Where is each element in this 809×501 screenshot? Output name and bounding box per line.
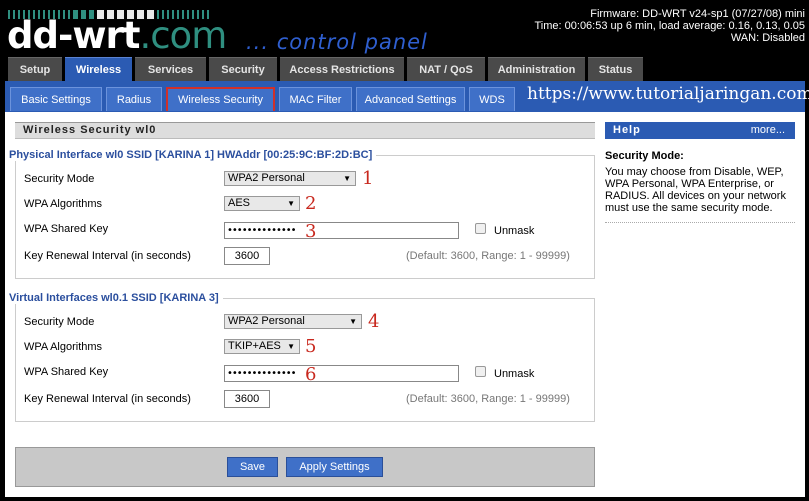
- help-heading: Security Mode:: [605, 150, 684, 162]
- wpa-shared-key-input[interactable]: ••••••••••••••: [224, 222, 459, 239]
- unmask-label: Unmask: [494, 368, 535, 380]
- tab-nat-qos[interactable]: NAT / QoS: [407, 57, 485, 81]
- subtab-wireless-security[interactable]: Wireless Security: [166, 87, 275, 111]
- key-renewal-label: Key Renewal Interval (in seconds): [24, 393, 191, 405]
- wpa-shared-key-label: WPA Shared Key: [24, 223, 109, 235]
- page-title: Wireless Security wl0: [15, 122, 595, 139]
- main-tabs: Setup Wireless Services Security Access …: [8, 57, 646, 82]
- tab-administration[interactable]: Administration: [488, 57, 585, 81]
- chevron-down-icon: ▼: [287, 199, 295, 208]
- chevron-down-icon: ▼: [349, 317, 357, 326]
- router-info: Firmware: DD-WRT v24-sp1 (07/27/08) mini…: [535, 8, 806, 44]
- tab-setup[interactable]: Setup: [8, 57, 62, 81]
- control-panel-subtitle: ... control panel: [246, 30, 428, 54]
- wpa-algorithms-label: WPA Algorithms: [24, 198, 103, 210]
- subtab-basic-settings[interactable]: Basic Settings: [10, 87, 102, 111]
- help-more-link[interactable]: more...: [751, 122, 785, 139]
- wpa-shared-key-label: WPA Shared Key: [24, 366, 109, 378]
- tab-access-restrictions[interactable]: Access Restrictions: [280, 57, 404, 81]
- help-divider: [605, 222, 795, 223]
- wpa-algorithms-select[interactable]: TKIP+AES ▼: [224, 339, 300, 354]
- wpa-algorithms-label: WPA Algorithms: [24, 341, 103, 353]
- key-renewal-input[interactable]: 3600: [224, 390, 270, 408]
- security-mode-label: Security Mode: [24, 173, 95, 185]
- uptime-text: Time: 00:06:53 up 6 min, load average: 0…: [534, 20, 806, 32]
- save-button[interactable]: Save: [227, 457, 278, 477]
- subtab-advanced-settings[interactable]: Advanced Settings: [356, 87, 465, 111]
- subtab-radius[interactable]: Radius: [106, 87, 162, 111]
- key-renewal-label: Key Renewal Interval (in seconds): [24, 250, 191, 262]
- unmask-checkbox[interactable]: [475, 366, 486, 377]
- help-text: You may choose from Disable, WEP, WPA Pe…: [605, 166, 786, 214]
- help-header: Help more...: [605, 122, 795, 139]
- subtab-mac-filter[interactable]: MAC Filter: [279, 87, 352, 111]
- tab-status[interactable]: Status: [588, 57, 643, 81]
- tab-services[interactable]: Services: [135, 57, 206, 81]
- key-renewal-hint: (Default: 3600, Range: 1 - 99999): [406, 393, 570, 405]
- chevron-down-icon: ▼: [287, 342, 295, 351]
- wpa-shared-key-input[interactable]: ••••••••••••••: [224, 365, 459, 382]
- annotation-5: 5: [305, 336, 317, 357]
- wan-status: WAN: Disabled: [730, 32, 805, 44]
- key-renewal-hint: (Default: 3600, Range: 1 - 99999): [406, 250, 570, 262]
- annotation-6: 6: [305, 364, 317, 385]
- key-renewal-input[interactable]: 3600: [224, 247, 270, 265]
- annotation-1: 1: [362, 168, 374, 189]
- annotation-3: 3: [305, 221, 317, 242]
- chevron-down-icon: ▼: [343, 174, 351, 183]
- apply-settings-button[interactable]: Apply Settings: [286, 457, 383, 477]
- dd-wrt-logo: dd-wrt.com: [7, 14, 227, 57]
- annotation-4: 4: [368, 311, 380, 332]
- tab-wireless[interactable]: Wireless: [65, 57, 132, 82]
- help-title: Help: [613, 124, 641, 136]
- security-mode-select[interactable]: WPA2 Personal ▼: [224, 171, 356, 186]
- tab-security[interactable]: Security: [209, 57, 277, 81]
- physical-interface-legend: Physical Interface wl0 SSID [KARINA 1] H…: [9, 149, 377, 161]
- sub-tabs: Basic Settings Radius Wireless Security …: [10, 87, 519, 111]
- unmask-checkbox[interactable]: [475, 223, 486, 234]
- subtab-wds[interactable]: WDS: [469, 87, 515, 111]
- wpa-algorithms-select[interactable]: AES ▼: [224, 196, 300, 211]
- firmware-text: Firmware: DD-WRT v24-sp1 (07/27/08) mini: [590, 8, 805, 20]
- security-mode-select[interactable]: WPA2 Personal ▼: [224, 314, 362, 329]
- header: dd-wrt.com ... control panel Firmware: D…: [0, 0, 809, 56]
- annotation-2: 2: [305, 193, 317, 214]
- virtual-interface-legend: Virtual Interfaces wl0.1 SSID [KARINA 3]: [9, 292, 223, 304]
- unmask-label: Unmask: [494, 225, 535, 237]
- watermark-url: https://www.tutorialjaringan.com: [527, 84, 809, 104]
- security-mode-label: Security Mode: [24, 316, 95, 328]
